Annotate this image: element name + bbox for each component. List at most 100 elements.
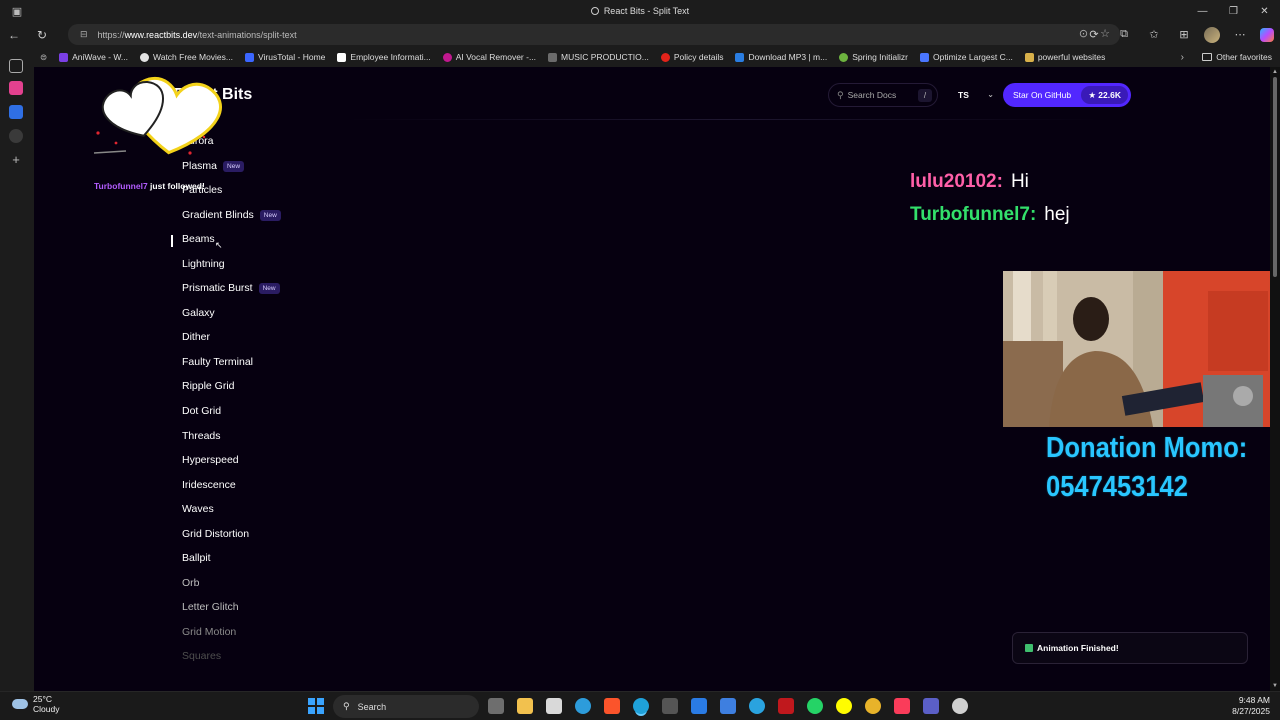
- chrome-icon[interactable]: [865, 698, 881, 714]
- page-content: React Bits ⚲ Search Docs / TS ⌄ Star On …: [34, 67, 1270, 691]
- scroll-down-icon[interactable]: ▼: [1272, 683, 1278, 689]
- collections-icon[interactable]: ⊞: [1174, 28, 1194, 41]
- favorite-item[interactable]: AniWave - W...: [53, 47, 134, 67]
- nav-item[interactable]: Ripple Grid: [182, 376, 235, 396]
- copilot-icon[interactable]: [1260, 27, 1274, 42]
- copilot-app-icon[interactable]: [575, 698, 591, 714]
- nav-item[interactable]: Beams: [182, 229, 215, 249]
- url-host: www.reactbits.dev: [124, 29, 198, 40]
- favorite-item[interactable]: MUSIC PRODUCTIO...: [542, 47, 655, 67]
- site-info-icon[interactable]: ⊟: [80, 29, 88, 40]
- favorite-item[interactable]: Employee Informati...: [331, 47, 436, 67]
- todo-icon[interactable]: [720, 698, 736, 714]
- add-sidebar-app-icon[interactable]: +: [9, 153, 23, 167]
- sidebar-app-icon[interactable]: [9, 81, 23, 95]
- tab-actions-icon[interactable]: [9, 59, 23, 73]
- windows-start-icon[interactable]: [308, 698, 324, 714]
- favorite-item[interactable]: VirusTotal - Home: [239, 47, 331, 67]
- nav-item[interactable]: Ballpit: [182, 548, 211, 568]
- snapchat-icon[interactable]: [836, 698, 852, 714]
- favorites-icon[interactable]: ✩: [1144, 28, 1164, 41]
- window-titlebar: ▣ React Bits - Split Text — ❐ ✕: [0, 0, 1280, 22]
- nav-item[interactable]: Waves: [182, 499, 214, 519]
- back-arrow-icon[interactable]: ←: [0, 22, 28, 47]
- obs-icon[interactable]: [952, 698, 968, 714]
- nav-item[interactable]: Galaxy: [182, 303, 215, 323]
- restore-icon[interactable]: ❐: [1218, 0, 1249, 22]
- nav-item[interactable]: Threads: [182, 426, 221, 446]
- favorite-favicon-icon: [839, 52, 849, 62]
- chat-message: Turbofunnel7: hej: [910, 203, 1070, 225]
- task-view-icon[interactable]: [488, 698, 504, 714]
- edge-icon[interactable]: [633, 698, 649, 714]
- favorite-item[interactable]: Download MP3 | m...: [729, 47, 833, 67]
- nav-item[interactable]: Grid Motion: [182, 622, 236, 642]
- scroll-up-icon[interactable]: ▲: [1272, 69, 1278, 75]
- minimize-icon[interactable]: —: [1187, 0, 1218, 22]
- favorite-item[interactable]: Watch Free Movies...: [134, 47, 239, 67]
- favorite-item[interactable]: AI Vocal Remover -...: [437, 47, 542, 67]
- sidebar-app-icon[interactable]: [9, 129, 23, 143]
- nav-item[interactable]: Iridescence: [182, 475, 236, 495]
- favorite-favicon-icon: [245, 52, 254, 62]
- store-icon[interactable]: [546, 698, 562, 714]
- nav-item[interactable]: Hyperspeed: [182, 450, 239, 470]
- favorite-favicon-icon: [1024, 52, 1034, 62]
- language-select[interactable]: TS ⌄: [948, 83, 998, 107]
- animation-finished-toast: Animation Finished!: [1012, 632, 1248, 664]
- search-icon: ⚲: [343, 701, 350, 711]
- nav-item[interactable]: Dither: [182, 327, 210, 347]
- page-scrollbar[interactable]: ▲ ▼: [1270, 67, 1280, 691]
- favorite-item[interactable]: Policy details: [655, 47, 730, 67]
- favorite-item[interactable]: powerful websites: [1019, 47, 1112, 67]
- nav-item[interactable]: Orb: [182, 573, 200, 593]
- cloudy-weather-icon: [12, 699, 28, 709]
- file-explorer-icon[interactable]: [517, 698, 533, 714]
- weather-widget[interactable]: 25°C Cloudy: [12, 694, 59, 714]
- nav-item[interactable]: Squares: [182, 646, 221, 666]
- whatsapp-icon[interactable]: [807, 698, 823, 714]
- nav-item[interactable]: Letter Glitch: [182, 597, 239, 617]
- word-icon[interactable]: [662, 698, 678, 714]
- nav-item[interactable]: Lightning: [182, 254, 225, 274]
- nav-item[interactable]: Faulty Terminal: [182, 352, 253, 372]
- nav-item[interactable]: Grid Distortion: [182, 524, 249, 544]
- favorites-overflow-chevron-icon[interactable]: ›: [1181, 52, 1184, 63]
- split-screen-icon[interactable]: ⧉: [1114, 28, 1134, 41]
- favorite-favicon-icon: [660, 52, 670, 62]
- nav-item[interactable]: Prismatic Burst New: [182, 278, 280, 298]
- red-app-icon[interactable]: [778, 698, 794, 714]
- extensions-icon[interactable]: ⟳: [1084, 28, 1104, 41]
- telegram-icon[interactable]: [749, 698, 765, 714]
- active-nav-indicator: [171, 235, 173, 247]
- refresh-icon[interactable]: ↻: [28, 22, 56, 47]
- nav-item[interactable]: Gradient Blinds New: [182, 205, 281, 225]
- favorite-favicon-icon: [337, 52, 347, 62]
- search-docs-input[interactable]: ⚲ Search Docs /: [828, 83, 938, 107]
- taskbar-search[interactable]: ⚲ Search: [333, 695, 479, 718]
- more-menu-icon[interactable]: ⋯: [1230, 28, 1250, 41]
- other-favorites[interactable]: Other favorites: [1202, 52, 1272, 62]
- favorite-item[interactable]: Spring Initializr: [833, 47, 914, 67]
- star-on-github-button[interactable]: Star On GitHub ★ 22.6K: [1003, 83, 1131, 107]
- favorite-item[interactable]: Optimize Largest C...: [914, 47, 1019, 67]
- nav-item[interactable]: Dot Grid: [182, 401, 221, 421]
- scrollbar-thumb[interactable]: [1273, 77, 1277, 277]
- vscode-icon[interactable]: [691, 698, 707, 714]
- url-input[interactable]: ⊟ https://www.reactbits.dev/text-animati…: [68, 24, 1120, 45]
- brave-icon[interactable]: [604, 698, 620, 714]
- sidebar-app-icon[interactable]: [9, 105, 23, 119]
- favorites-manage-icon[interactable]: ⊜: [34, 47, 53, 67]
- new-badge: New: [223, 160, 245, 172]
- close-icon[interactable]: ✕: [1249, 0, 1280, 22]
- teams-icon[interactable]: [923, 698, 939, 714]
- music-icon[interactable]: [894, 698, 910, 714]
- profile-avatar[interactable]: [1204, 26, 1220, 43]
- favorite-favicon-icon: [140, 52, 150, 62]
- browser-menu-icon[interactable]: ▣: [0, 0, 34, 22]
- github-star-count: ★ 22.6K: [1081, 86, 1128, 104]
- mouse-cursor-icon: ↖: [215, 240, 223, 250]
- system-clock[interactable]: 9:48 AM 8/27/2025: [1232, 695, 1270, 717]
- new-badge: New: [258, 282, 280, 294]
- favorite-favicon-icon: [548, 52, 558, 62]
